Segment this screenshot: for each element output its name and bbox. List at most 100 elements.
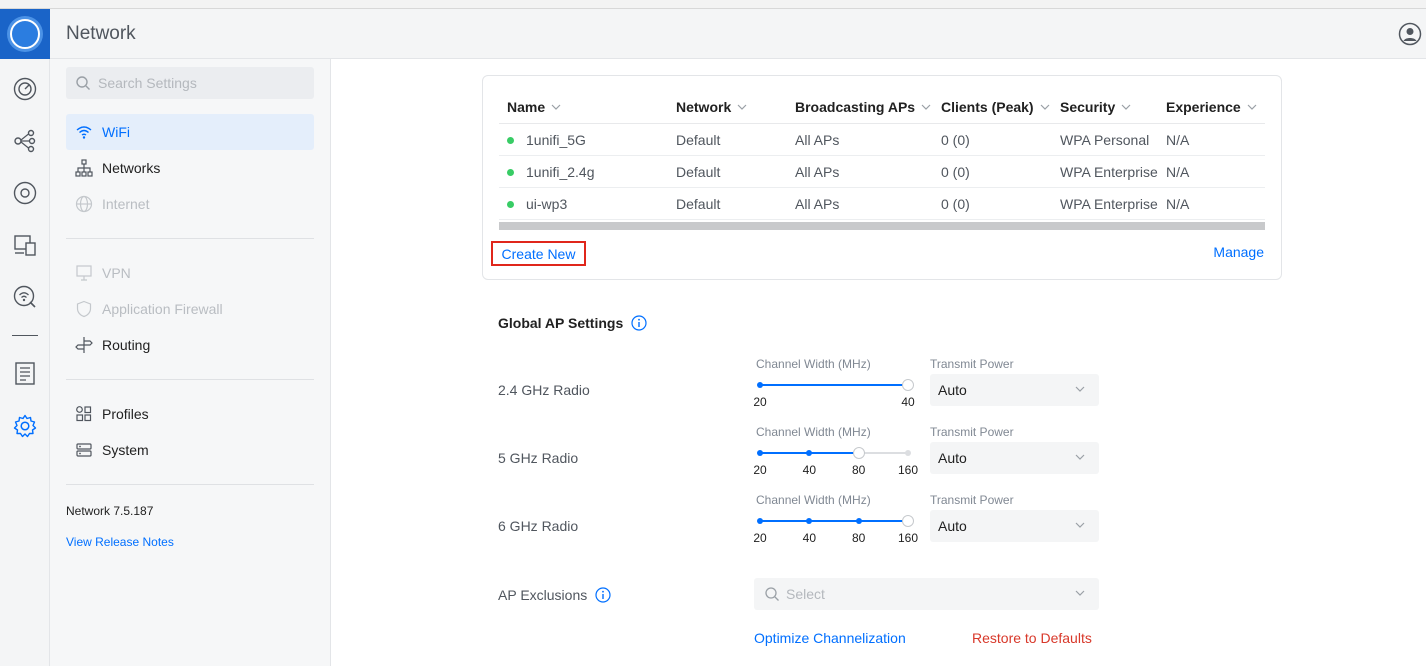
version-text: Network 7.5.187 — [66, 504, 154, 518]
transmit-power-select-2g[interactable]: Auto — [930, 374, 1099, 406]
cell-security: WPA Personal — [1060, 131, 1150, 148]
cell-aps: All APs — [795, 131, 840, 148]
dashboard-icon[interactable] — [12, 76, 38, 102]
clients-icon[interactable] — [12, 232, 38, 258]
sidebar-item-routing[interactable]: Routing — [66, 327, 314, 363]
slider-step-dot[interactable] — [757, 450, 763, 456]
slider-handle[interactable] — [852, 447, 865, 459]
column-header-experience[interactable]: Experience — [1158, 99, 1265, 115]
system-icon — [74, 440, 94, 460]
transmit-power-select-6g[interactable]: Auto — [930, 510, 1099, 542]
cell-clients: 0 (0) — [941, 131, 970, 148]
search-icon — [76, 76, 90, 90]
channel-width-slider-6g[interactable]: 20 40 80 160 — [753, 514, 918, 545]
slider-handle[interactable] — [902, 515, 914, 527]
slider-step-label: 80 — [851, 531, 866, 545]
sidebar-item-internet[interactable]: Internet — [66, 186, 314, 222]
info-icon[interactable] — [595, 587, 611, 603]
slider-handle[interactable] — [902, 379, 914, 391]
cell-aps: All APs — [795, 163, 840, 180]
status-online-dot — [507, 169, 514, 177]
rail-divider — [12, 335, 38, 336]
wifi-icon — [74, 122, 94, 142]
cell-security: WPA Enterprise — [1060, 163, 1158, 180]
sidebar-item-label: Internet — [102, 196, 150, 212]
routing-icon — [74, 335, 94, 355]
transmit-power-select-5g[interactable]: Auto — [930, 442, 1099, 474]
cell-network: Default — [676, 163, 721, 180]
restore-to-defaults-button[interactable]: Restore to Defaults — [972, 630, 1092, 646]
column-header-clients[interactable]: Clients (Peak) — [933, 99, 1052, 115]
devices-icon[interactable] — [12, 180, 38, 206]
column-header-network[interactable]: Network — [668, 99, 787, 115]
wifi-networks-card: Name Network Broadcasting APs Clients (P… — [482, 75, 1282, 280]
status-online-dot — [507, 137, 514, 145]
manage-link[interactable]: Manage — [1213, 244, 1264, 260]
search-icon — [765, 587, 779, 601]
slider-step-label: 20 — [753, 531, 767, 545]
sidebar-item-label: Application Firewall — [102, 301, 223, 317]
ap-exclusions-select[interactable]: Select — [754, 578, 1099, 610]
unifi-logo[interactable] — [0, 9, 50, 59]
sidebar-item-label: WiFi — [102, 124, 130, 140]
slider-step-dot[interactable] — [757, 518, 763, 524]
table-header: Name Network Broadcasting APs Clients (P… — [499, 90, 1265, 124]
chevron-down-icon — [1121, 104, 1131, 110]
slider-step-dot[interactable] — [757, 382, 763, 388]
slider-step-label: 20 — [753, 463, 767, 477]
sidebar-item-networks[interactable]: Networks — [66, 150, 314, 186]
user-account-icon[interactable] — [1398, 22, 1422, 46]
radio-label-5g: 5 GHz Radio — [498, 450, 579, 466]
optimize-channelization-button[interactable]: Optimize Channelization — [754, 630, 906, 646]
sidebar-item-wifi[interactable]: WiFi — [66, 114, 314, 150]
slider-step-label: 20 — [753, 395, 767, 409]
top-bar: Network — [0, 9, 1426, 59]
system-log-icon[interactable] — [12, 360, 38, 386]
sidebar-item-application-firewall[interactable]: Application Firewall — [66, 291, 314, 327]
info-icon[interactable] — [631, 315, 647, 331]
table-row[interactable]: ui-wp3 Default All APs 0 (0) WPA Enterpr… — [499, 188, 1265, 220]
settings-sidebar: WiFi Networks Internet VPN Application F… — [50, 59, 331, 666]
cell-experience: N/A — [1166, 131, 1190, 148]
slider-step-label: 40 — [802, 531, 817, 545]
sidebar-divider — [66, 238, 314, 239]
search-settings-input[interactable] — [98, 67, 308, 99]
vpn-icon — [74, 263, 94, 283]
sidebar-item-system[interactable]: System — [66, 432, 314, 468]
column-header-security[interactable]: Security — [1052, 99, 1158, 115]
global-ap-settings-heading: Global AP Settings — [498, 315, 647, 331]
settings-icon[interactable] — [12, 413, 38, 439]
channel-width-slider-5g[interactable]: 20 40 80 160 — [753, 446, 918, 477]
app-nav-rail — [0, 59, 50, 666]
slider-step-dot[interactable] — [806, 518, 813, 524]
sidebar-item-profiles[interactable]: Profiles — [66, 396, 314, 432]
profiles-icon — [74, 404, 94, 424]
wifi-table: Name Network Broadcasting APs Clients (P… — [499, 90, 1265, 220]
topology-icon[interactable] — [12, 128, 38, 154]
insights-icon[interactable] — [12, 284, 38, 310]
cell-network: Default — [676, 195, 721, 212]
slider-step-label: 80 — [851, 463, 866, 477]
column-header-broadcasting-aps[interactable]: Broadcasting APs — [787, 99, 933, 115]
slider-step-label: 40 — [802, 463, 817, 477]
slider-step-label: 160 — [897, 531, 919, 545]
transmit-power-label: Transmit Power — [930, 357, 1014, 371]
horizontal-scrollbar[interactable] — [499, 222, 1265, 230]
sidebar-item-vpn[interactable]: VPN — [66, 255, 314, 291]
search-settings-box[interactable] — [66, 67, 314, 99]
table-row[interactable]: 1unifi_5G Default All APs 0 (0) WPA Pers… — [499, 124, 1265, 156]
view-release-notes-link[interactable]: View Release Notes — [66, 535, 174, 549]
sidebar-divider — [66, 484, 314, 485]
channel-width-slider-2g[interactable]: 20 40 — [753, 378, 915, 409]
chevron-down-icon — [921, 104, 931, 110]
wifi-name: 1unifi_5G — [526, 131, 586, 148]
column-header-name[interactable]: Name — [499, 99, 668, 115]
table-row[interactable]: 1unifi_2.4g Default All APs 0 (0) WPA En… — [499, 156, 1265, 188]
slider-step-dot[interactable] — [905, 450, 911, 456]
chevron-down-icon — [1075, 522, 1085, 528]
sidebar-item-label: Networks — [102, 160, 161, 176]
slider-step-dot[interactable] — [855, 518, 862, 524]
slider-step-dot[interactable] — [806, 450, 813, 456]
create-new-button[interactable]: Create New — [491, 241, 586, 266]
sidebar-item-label: System — [102, 442, 149, 458]
